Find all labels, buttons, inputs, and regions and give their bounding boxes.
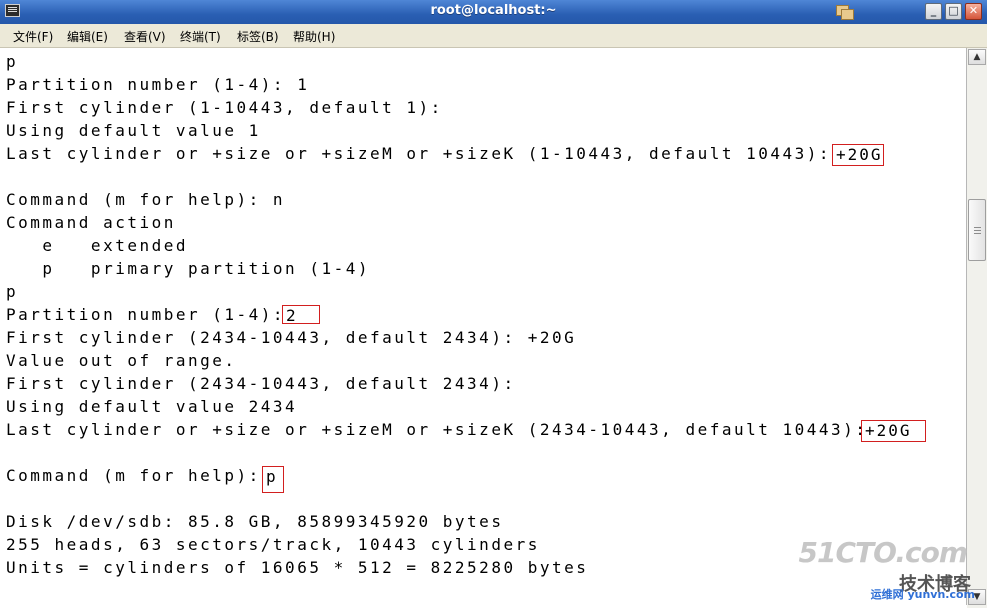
vertical-scrollbar[interactable]: ▲ ▼ (967, 48, 987, 608)
terminal-output[interactable]: p Partition number (1-4): 1 First cylind… (0, 48, 967, 605)
terminal-line: p (6, 52, 19, 71)
scroll-up-arrow-icon[interactable]: ▲ (968, 49, 986, 65)
terminal-line: First cylinder (1-10443, default 1): (6, 98, 443, 117)
terminal-line: Last cylinder or +size or +sizeM or +siz… (6, 144, 832, 163)
terminal-line: Units = cylinders of 16065 * 512 = 82252… (6, 558, 589, 577)
minimize-button[interactable]: _ (925, 3, 942, 20)
terminal-line: Value out of range. (6, 351, 237, 370)
close-button[interactable]: ✕ (965, 3, 982, 20)
terminal-line: p (6, 282, 19, 301)
highlighted-input: +20G (861, 420, 926, 442)
watermark-logo: 51CTO.com (798, 536, 968, 569)
terminal-line: p primary partition (1-4) (6, 259, 370, 278)
terminal-line: Disk /dev/sdb: 85.8 GB, 85899345920 byte… (6, 512, 504, 531)
menu-terminal[interactable]: 终端(T) (180, 28, 221, 45)
terminal-line: Using default value 2434 (6, 397, 298, 416)
menu-file[interactable]: 文件(F) (13, 28, 53, 45)
terminal-line: Command action (6, 213, 176, 232)
terminal-line: 255 heads, 63 sectors/track, 10443 cylin… (6, 535, 540, 554)
watermark-site: 运维网 yunvn.com (870, 588, 975, 601)
watermark: 51CTO.com 技术博客 运维网 yunvn.com (799, 536, 981, 602)
terminal-line: First cylinder (2434-10443, default 2434… (6, 328, 577, 347)
highlighted-input: +20G (832, 144, 884, 166)
title-bar: root@localhost:~ _ □ ✕ (0, 0, 987, 25)
terminal-line: Command (m for help): n (6, 190, 286, 209)
terminal-line: Last cylinder or +size or +sizeM or +siz… (6, 420, 868, 439)
menu-view[interactable]: 查看(V) (124, 28, 166, 45)
terminal-line: First cylinder (2434-10443, default 2434… (6, 374, 516, 393)
terminal-line: Using default value 1 (6, 121, 261, 140)
highlighted-input: p (262, 466, 284, 493)
maximize-button[interactable]: □ (945, 3, 962, 20)
menu-tabs[interactable]: 标签(B) (237, 28, 279, 45)
menu-edit[interactable]: 编辑(E) (67, 28, 108, 45)
grip-icon (974, 227, 981, 228)
terminal-line: e extended (6, 236, 188, 255)
stacked-windows-icon (836, 5, 858, 23)
terminal-line: Partition number (1-4): (6, 305, 286, 324)
scrollbar-thumb[interactable] (968, 199, 986, 261)
highlighted-input: 2 (282, 305, 320, 325)
menu-bar: 文件(F) 编辑(E) 查看(V) 终端(T) 标签(B) 帮助(H) (0, 24, 987, 48)
terminal-line: Partition number (1-4): 1 (6, 75, 310, 94)
terminal-line: Command (m for help): (6, 466, 261, 485)
menu-help[interactable]: 帮助(H) (293, 28, 335, 45)
